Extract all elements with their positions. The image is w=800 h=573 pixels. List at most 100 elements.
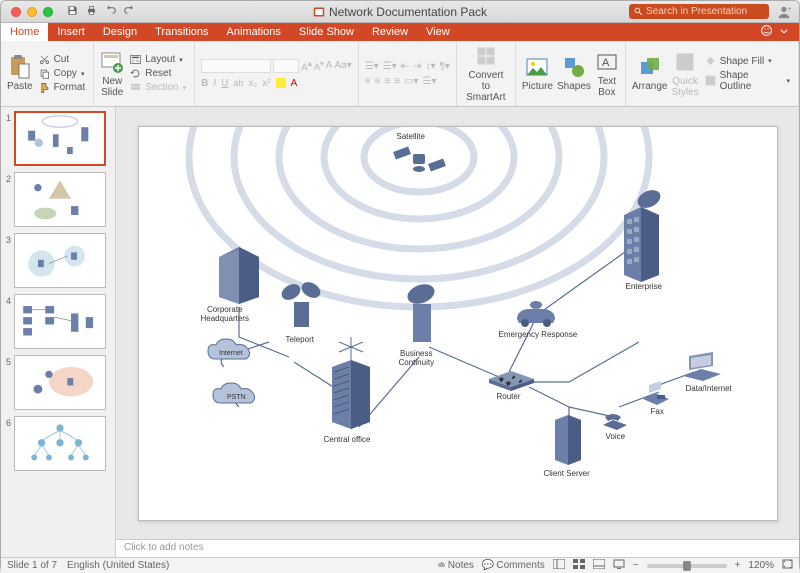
enterprise-icon [614, 187, 669, 287]
zoom-slider[interactable] [647, 564, 727, 568]
corporate-hq-label: Corporate Headquarters [201, 305, 249, 323]
reading-view-icon[interactable] [593, 559, 605, 572]
client-server-label: Client Server [544, 469, 590, 478]
smartart-group: Convert to SmartArt [457, 41, 516, 106]
new-slide-button[interactable]: New Slide [100, 44, 124, 103]
business-continuity-icon [399, 282, 444, 352]
section-button[interactable]: Section▾ [128, 81, 188, 94]
sorter-view-icon[interactable] [573, 559, 585, 572]
convert-smartart-button: Convert to SmartArt [463, 44, 509, 103]
tab-insert[interactable]: Insert [48, 23, 94, 41]
slide-thumbnails-panel[interactable]: 1 2 3 4 5 [1, 107, 116, 557]
layout-button[interactable]: Layout▾ [128, 53, 188, 66]
svg-text:A: A [602, 57, 610, 69]
slide-thumbnail-2[interactable] [14, 172, 106, 227]
teleport-label: Teleport [286, 335, 314, 344]
router-label: Router [497, 392, 521, 401]
picture-button[interactable]: Picture [522, 44, 553, 103]
zoom-level[interactable]: 120% [748, 560, 774, 571]
reset-button[interactable]: Reset [128, 67, 188, 80]
tab-slideshow[interactable]: Slide Show [290, 23, 363, 41]
slide-thumbnail-4[interactable] [14, 294, 106, 349]
tab-animations[interactable]: Animations [218, 23, 290, 41]
slide-thumbnail-5[interactable] [14, 355, 106, 410]
internet-cloud-icon: Internet [204, 337, 264, 372]
emergency-response-label: Emergency Response [499, 330, 578, 339]
thumb-number: 4 [3, 294, 11, 306]
slide-counter: Slide 1 of 7 [7, 560, 57, 571]
shape-outline-button: Shape Outline▾ [703, 69, 792, 93]
search-input[interactable]: Search in Presentation [629, 4, 769, 19]
minimize-window-button[interactable] [27, 7, 37, 17]
zoom-in-button[interactable]: + [735, 560, 741, 571]
slide-canvas-area: Satellite Corporate Headquarters Telepor… [116, 107, 799, 557]
cut-button[interactable]: Cut [37, 53, 88, 66]
quick-access-toolbar [67, 5, 135, 19]
statusbar: Slide 1 of 7 English (United States) ≐ N… [1, 557, 799, 573]
clipboard-group: Paste Cut Copy▾ Format [1, 41, 94, 106]
central-office-label: Central office [324, 435, 371, 444]
paste-button[interactable]: Paste [7, 44, 33, 103]
thumb-number: 2 [3, 172, 11, 184]
copy-button[interactable]: Copy▾ [37, 67, 88, 80]
satellite-label: Satellite [397, 132, 425, 141]
slide-canvas[interactable]: Satellite Corporate Headquarters Telepor… [138, 126, 778, 521]
shapes-button[interactable]: Shapes [557, 44, 591, 103]
thumb-number: 6 [3, 416, 11, 428]
teleport-icon [279, 272, 324, 337]
save-icon[interactable] [67, 5, 78, 19]
svg-text:+: + [788, 6, 792, 13]
router-icon [484, 359, 539, 396]
format-painter-button[interactable]: Format [37, 81, 88, 94]
redo-icon[interactable] [124, 5, 135, 19]
tab-design[interactable]: Design [94, 23, 146, 41]
print-icon[interactable] [86, 5, 97, 19]
workspace: 1 2 3 4 5 [1, 107, 799, 557]
arrange-button[interactable]: Arrange [632, 44, 668, 103]
quick-styles-button: A Quick Styles [671, 44, 698, 103]
font-group: A▴ A▾ A Aa▾ B I U ab x₂x² A [195, 41, 359, 106]
svg-text:Internet: Internet [219, 350, 243, 357]
slideshow-view-icon[interactable] [613, 559, 625, 572]
zoom-out-button[interactable]: − [633, 560, 639, 571]
fit-to-window-icon[interactable] [782, 559, 793, 572]
comments-toggle[interactable]: 💬 Comments [482, 560, 545, 571]
pstn-cloud-icon: PSTN [209, 382, 267, 415]
user-icon[interactable]: + [777, 5, 791, 19]
emergency-response-icon [509, 297, 564, 334]
business-continuity-label: Business Continuity [399, 349, 435, 367]
enterprise-label: Enterprise [626, 282, 662, 291]
tab-transitions[interactable]: Transitions [146, 23, 217, 41]
thumb-number: 3 [3, 233, 11, 245]
undo-icon[interactable] [105, 5, 116, 19]
titlebar: Network Documentation Pack Search in Pre… [1, 1, 799, 23]
paragraph-group: ☰▾☰▾⇤⇥↕▾¶▾ ≡≡≡≡▭▾☰▾ [359, 41, 457, 106]
zoom-window-button[interactable] [43, 7, 53, 17]
window-controls [1, 7, 53, 17]
slide-thumbnail-3[interactable] [14, 233, 106, 288]
tab-view[interactable]: View [417, 23, 459, 41]
language-indicator[interactable]: English (United States) [67, 560, 169, 571]
textbox-button[interactable]: A Text Box [595, 44, 619, 103]
notes-pane[interactable]: Click to add notes [116, 539, 799, 557]
collapse-ribbon-icon[interactable] [779, 25, 789, 39]
ribbon-tabs: Home Insert Design Transitions Animation… [1, 23, 799, 41]
document-title: Network Documentation Pack [313, 5, 487, 19]
tab-home[interactable]: Home [1, 23, 48, 41]
notes-toggle[interactable]: ≐ Notes [437, 560, 474, 571]
slides-group: New Slide Layout▾ Reset Section▾ [94, 41, 195, 106]
slide-thumbnail-1[interactable] [14, 111, 106, 166]
ribbon: Paste Cut Copy▾ Format New Slide Layout▾… [1, 41, 799, 107]
client-server-icon [551, 412, 586, 472]
central-office-icon [324, 337, 379, 437]
svg-text:A: A [681, 56, 689, 70]
satellite-icon [389, 139, 449, 184]
normal-view-icon[interactable] [553, 559, 565, 572]
insert-group: Picture Shapes A Text Box [516, 41, 626, 106]
voice-label: Voice [606, 432, 626, 441]
slide-thumbnail-6[interactable] [14, 416, 106, 471]
close-window-button[interactable] [11, 7, 21, 17]
corporate-hq-icon [214, 242, 264, 312]
smiley-feedback-icon[interactable] [760, 24, 773, 40]
tab-review[interactable]: Review [363, 23, 417, 41]
